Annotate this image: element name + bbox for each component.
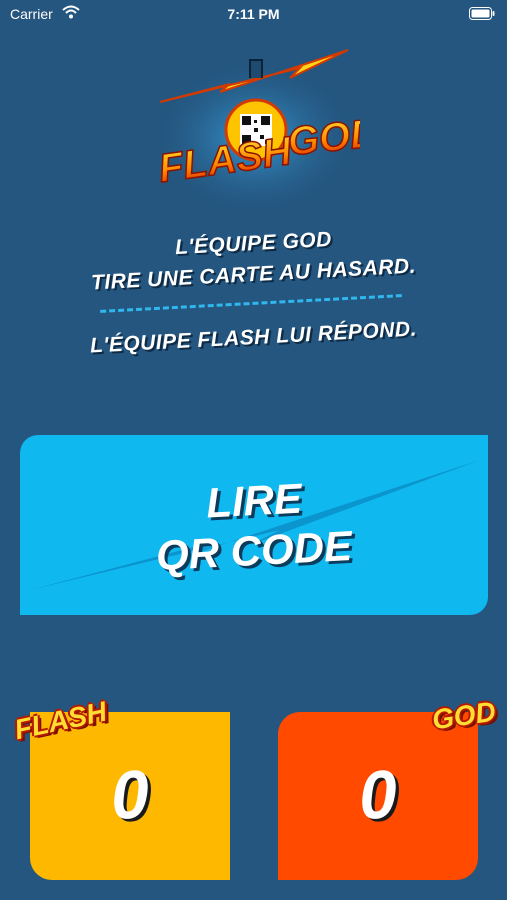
status-time: 7:11 PM [227, 6, 280, 22]
dashed-divider [100, 294, 402, 313]
instruction-line-3: L'ÉQUIPE FLASH LUI RÉPOND. [89, 317, 418, 358]
flash-god-logo: FLASH GOD [150, 40, 382, 210]
status-bar: Carrier 7:11 PM [0, 0, 507, 30]
read-qr-code-button[interactable]: LIRE QR CODE [20, 435, 488, 615]
flash-score-value: 0 [109, 756, 151, 834]
god-score-box: 0 [278, 712, 478, 880]
god-score-value: 0 [357, 756, 399, 834]
god-team-label: GOD [430, 695, 498, 736]
battery-icon [469, 7, 495, 23]
logo-god-word: GOD [286, 111, 360, 164]
